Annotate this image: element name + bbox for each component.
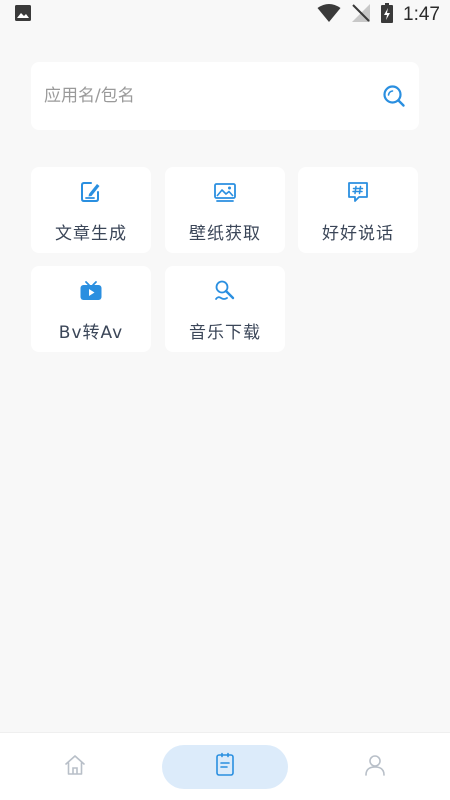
tv-play-icon xyxy=(78,278,104,304)
tool-card-label: 壁纸获取 xyxy=(189,224,261,244)
nav-item-tools[interactable] xyxy=(162,745,288,789)
tool-card-bv-to-av[interactable]: Bv转Av xyxy=(31,266,151,352)
search-bar xyxy=(31,62,419,130)
no-signal-icon xyxy=(351,3,371,27)
search-input[interactable] xyxy=(44,86,364,106)
nav-item-home[interactable] xyxy=(50,745,100,789)
edit-document-icon xyxy=(78,179,104,205)
bottom-nav xyxy=(0,732,450,800)
status-bar: 1:47 xyxy=(0,0,450,30)
tool-card-music-download[interactable]: 音乐下载 xyxy=(165,266,285,352)
tool-card-label: 好好说话 xyxy=(322,224,394,244)
music-search-icon xyxy=(212,278,238,304)
tool-card-speak-well[interactable]: 好好说话 xyxy=(298,167,418,253)
hashtag-chat-icon xyxy=(345,179,371,205)
tool-card-label: Bv转Av xyxy=(58,323,124,343)
note-icon xyxy=(214,752,236,782)
tool-card-label: 文章生成 xyxy=(55,224,127,244)
wifi-icon xyxy=(317,3,341,27)
nav-item-profile[interactable] xyxy=(350,745,400,789)
tool-card-article-generate[interactable]: 文章生成 xyxy=(31,167,151,253)
tool-card-wallpaper[interactable]: 壁纸获取 xyxy=(165,167,285,253)
user-icon xyxy=(363,753,387,781)
status-time: 1:47 xyxy=(403,4,440,25)
image-notification-icon xyxy=(14,4,32,26)
battery-charging-icon xyxy=(381,3,394,27)
tool-card-label: 音乐下载 xyxy=(189,323,261,343)
image-icon xyxy=(212,179,238,205)
app-screen: 1:47 文章生成 xyxy=(0,0,450,800)
home-icon xyxy=(63,753,87,781)
search-icon[interactable] xyxy=(381,83,407,109)
